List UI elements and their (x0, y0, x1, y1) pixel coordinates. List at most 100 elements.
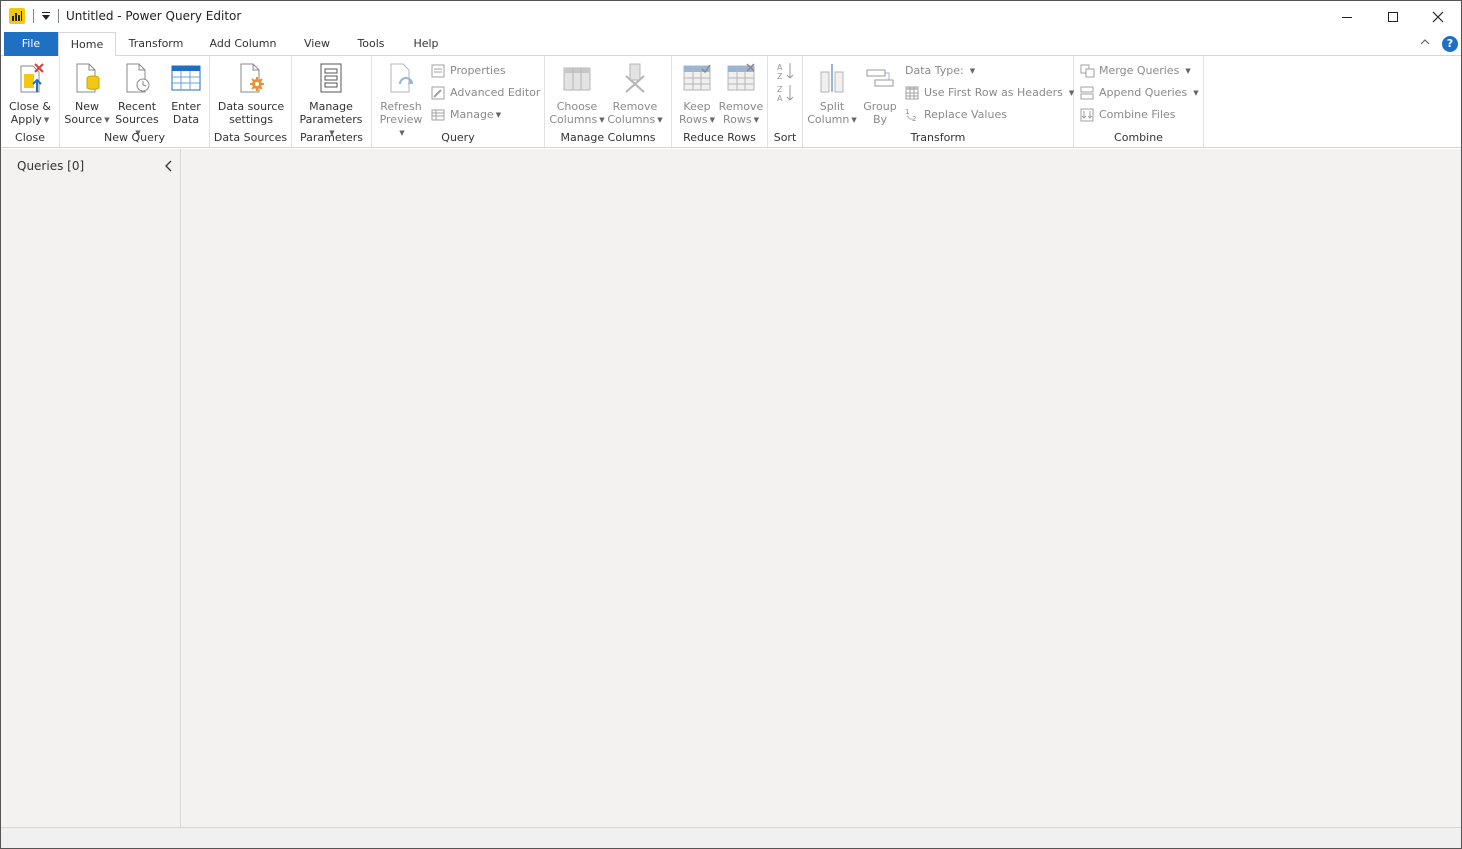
data-source-settings-button[interactable]: Data source settings (216, 62, 286, 126)
qat-separator (33, 9, 34, 23)
refresh-preview-button[interactable]: Refresh Preview▼ (376, 62, 426, 140)
tab-file[interactable]: File (4, 32, 58, 56)
minimize-icon (1342, 16, 1352, 18)
tab-tools[interactable]: Tools (351, 32, 391, 56)
keep-rows-button[interactable]: Keep Rows ▼ (676, 62, 718, 127)
remove-columns-button[interactable]: Remove Columns ▼ (607, 62, 663, 127)
sort-ascending-icon[interactable]: A Z (777, 61, 795, 81)
chevron-left-icon (165, 160, 172, 172)
queries-pane: Queries [0] (1, 149, 181, 827)
chevron-down-icon: ▼ (495, 111, 502, 119)
enter-data-button[interactable]: Enter Data (166, 62, 206, 126)
advanced-editor-icon (431, 86, 446, 100)
tab-transform[interactable]: Transform (121, 32, 191, 56)
merge-queries-label: Merge Queries (1099, 64, 1180, 77)
group-by-button[interactable]: Group By (859, 62, 901, 126)
help-button[interactable]: ? (1442, 36, 1458, 52)
chevron-up-icon (1420, 39, 1430, 45)
replace-values-button[interactable]: 12 Replace Values (905, 106, 1007, 124)
chevron-down-icon: ▼ (599, 116, 605, 124)
group-query: Refresh Preview▼ Properties Advanced Edi… (372, 56, 545, 147)
customize-quick-access-icon[interactable] (40, 10, 52, 22)
data-type-dropdown[interactable]: Data Type: ▼ (905, 62, 975, 80)
manage-parameters-button[interactable]: Manage Parameters▼ (296, 62, 366, 140)
manage-query-label: Manage (450, 108, 494, 121)
close-icon (1432, 11, 1444, 22)
svg-text:Z: Z (777, 85, 783, 94)
tab-view[interactable]: View (297, 32, 337, 56)
recent-sources-label-2: Sources (115, 113, 159, 126)
split-column-icon (817, 62, 847, 94)
close-apply-icon (15, 62, 45, 94)
new-source-label-2: Source (64, 113, 103, 126)
close-apply-button[interactable]: Close & Apply ▼ (7, 62, 53, 127)
recent-sources-button[interactable]: Recent Sources▼ (112, 62, 162, 140)
tab-add-column[interactable]: Add Column (203, 32, 283, 56)
group-parameters: Manage Parameters▼ Parameters (292, 56, 372, 147)
refresh-icon (386, 62, 416, 94)
properties-button[interactable]: Properties (431, 62, 506, 80)
chevron-down-icon: ▼ (657, 116, 663, 124)
tab-help[interactable]: Help (406, 32, 446, 56)
table-icon (171, 62, 201, 94)
remove-columns-label-1: Remove (612, 100, 658, 113)
recent-sources-icon (122, 62, 152, 94)
new-source-label-1: New (75, 100, 99, 113)
data-source-settings-label-1: Data source (217, 100, 285, 113)
group-label-query: Query (441, 131, 475, 144)
qat-separator (58, 9, 59, 23)
chevron-down-icon: ▼ (104, 116, 110, 124)
window-title: Untitled - Power Query Editor (66, 9, 242, 23)
group-by-label-2: By (872, 113, 888, 126)
remove-rows-label-1: Remove (718, 100, 764, 113)
group-by-label-1: Group (863, 100, 897, 113)
advanced-editor-button[interactable]: Advanced Editor (431, 84, 540, 102)
group-label-close: Close (15, 131, 45, 144)
queries-pane-title: Queries [0] (17, 159, 85, 173)
parameters-icon (316, 62, 346, 94)
refresh-preview-label-1: Refresh (380, 100, 422, 113)
first-row-headers-icon (905, 86, 920, 100)
split-column-label-1: Split (819, 100, 845, 113)
choose-columns-button[interactable]: Choose Columns ▼ (549, 62, 605, 127)
group-label-transform: Transform (910, 131, 966, 144)
close-window-button[interactable] (1415, 1, 1461, 32)
use-first-row-headers-button[interactable]: Use First Row as Headers ▼ (905, 84, 1074, 102)
remove-rows-button[interactable]: Remove Rows ▼ (718, 62, 764, 127)
manage-parameters-label-2: Parameters (299, 113, 363, 126)
svg-text:Z: Z (777, 72, 783, 81)
append-queries-label: Append Queries (1099, 86, 1188, 99)
chevron-down-icon: ▼ (1185, 67, 1191, 75)
collapse-queries-pane-button[interactable] (163, 159, 175, 173)
keep-rows-label-1: Keep (683, 100, 711, 113)
combine-files-icon (1080, 108, 1095, 122)
manage-query-button[interactable]: Manage ▼ (431, 106, 501, 124)
tab-home[interactable]: Home (58, 32, 116, 57)
group-data-sources: Data source settings Data Sources (210, 56, 292, 147)
group-close: Close & Apply ▼ Close (1, 56, 60, 147)
append-queries-button[interactable]: Append Queries ▼ (1080, 84, 1199, 102)
new-source-button[interactable]: New Source ▼ (64, 62, 110, 127)
keep-rows-icon (682, 62, 712, 94)
properties-label: Properties (450, 64, 506, 77)
group-label-sort: Sort (773, 131, 797, 144)
maximize-button[interactable] (1370, 1, 1416, 32)
split-column-button[interactable]: Split Column ▼ (807, 62, 857, 127)
maximize-icon (1388, 11, 1398, 22)
minimize-button[interactable] (1324, 1, 1370, 32)
collapse-ribbon-button[interactable] (1419, 36, 1431, 48)
combine-files-button[interactable]: Combine Files (1080, 106, 1176, 124)
remove-columns-icon (620, 62, 650, 94)
chevron-down-icon: ▼ (1193, 89, 1199, 97)
group-reduce-rows: Keep Rows ▼ Remove Rows ▼ Reduce Rows (672, 56, 768, 147)
sort-descending-icon[interactable]: Z A (777, 83, 795, 103)
data-source-settings-label-2: settings (229, 113, 273, 126)
manage-icon (431, 108, 446, 122)
merge-queries-button[interactable]: Merge Queries ▼ (1080, 62, 1191, 80)
power-bi-logo-icon[interactable] (9, 8, 25, 24)
group-transform: Split Column ▼ Group By Data Type: ▼ Use… (803, 56, 1074, 147)
chevron-down-icon: ▼ (851, 116, 857, 124)
group-sort: A Z Z A Sort (768, 56, 803, 147)
replace-values-label: Replace Values (924, 108, 1007, 121)
remove-columns-label-2: Columns (607, 113, 656, 126)
